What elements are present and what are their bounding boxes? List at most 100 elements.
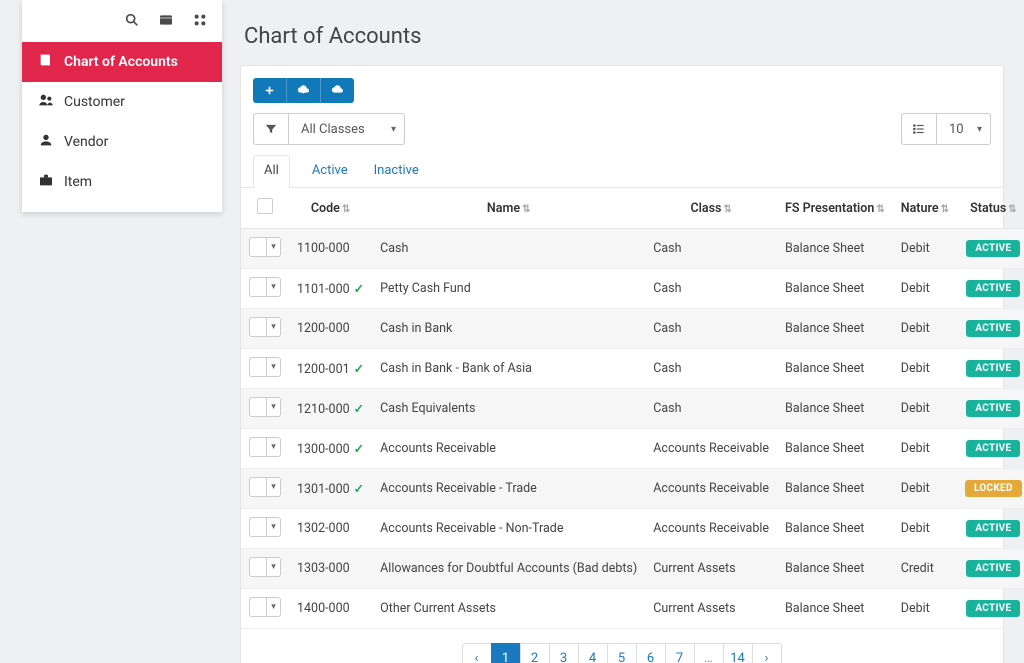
sidebar-item-label: Customer bbox=[64, 94, 125, 110]
cell-class: Current Assets bbox=[653, 561, 735, 576]
tab-inactive[interactable]: Inactive bbox=[370, 155, 423, 188]
status-badge: ACTIVE bbox=[966, 520, 1020, 537]
page-4[interactable]: 4 bbox=[578, 643, 608, 663]
page-1[interactable]: 1 bbox=[491, 643, 521, 663]
action-button-group bbox=[253, 78, 354, 103]
row-select[interactable]: ▾ bbox=[249, 357, 281, 377]
search-icon[interactable] bbox=[124, 12, 140, 32]
cell-code: 1400-000 bbox=[297, 601, 350, 616]
cell-name: Allowances for Doubtful Accounts (Bad de… bbox=[380, 561, 637, 576]
inbox-icon[interactable] bbox=[158, 12, 174, 32]
cell-name: Other Current Assets bbox=[380, 601, 496, 616]
sidebar-item-item[interactable]: Item bbox=[22, 162, 222, 202]
cell-nature: Debit bbox=[901, 241, 930, 256]
status-badge: ACTIVE bbox=[966, 400, 1020, 417]
status-badge: ACTIVE bbox=[966, 240, 1020, 257]
accounts-card: All Classes 10 AllActiveInactive Code⇅ N… bbox=[240, 65, 1004, 663]
row-select[interactable]: ▾ bbox=[249, 437, 281, 457]
page-size-select[interactable]: 10 bbox=[937, 113, 991, 145]
sidebar-item-vendor[interactable]: Vendor bbox=[22, 122, 222, 162]
tab-active[interactable]: Active bbox=[308, 155, 352, 188]
sidebar-item-label: Vendor bbox=[64, 134, 108, 150]
cell-fs: Balance Sheet bbox=[785, 401, 864, 416]
sidebar-item-chart-of-accounts[interactable]: Chart of Accounts bbox=[22, 42, 222, 82]
cell-nature: Debit bbox=[901, 521, 930, 536]
main-content: Chart of Accounts bbox=[222, 0, 1024, 663]
col-fs-header[interactable]: FS Presentation bbox=[785, 201, 874, 216]
row-select[interactable]: ▾ bbox=[249, 277, 281, 297]
cell-class: Cash bbox=[653, 361, 681, 376]
cell-name: Cash Equivalents bbox=[380, 401, 475, 416]
cell-class: Accounts Receivable bbox=[653, 441, 769, 456]
cell-nature: Debit bbox=[901, 361, 930, 376]
page-3[interactable]: 3 bbox=[549, 643, 579, 663]
cell-class: Cash bbox=[653, 281, 681, 296]
cell-code: 1200-000 bbox=[297, 321, 350, 336]
table-row: ▾1200-000Cash in BankCashBalance SheetDe… bbox=[241, 309, 1024, 349]
check-icon: ✓ bbox=[354, 442, 364, 457]
table-row: ▾1302-000Accounts Receivable - Non-Trade… bbox=[241, 509, 1024, 549]
cell-name: Accounts Receivable - Non-Trade bbox=[380, 521, 563, 536]
cell-name: Cash in Bank - Bank of Asia bbox=[380, 361, 532, 376]
list-view-button[interactable] bbox=[901, 113, 937, 145]
col-nature-header[interactable]: Nature bbox=[901, 201, 939, 216]
cell-name: Cash bbox=[380, 241, 408, 256]
row-select[interactable]: ▾ bbox=[249, 597, 281, 617]
cell-class: Accounts Receivable bbox=[653, 521, 769, 536]
cell-code: 1303-000 bbox=[297, 561, 350, 576]
page-7[interactable]: 7 bbox=[665, 643, 695, 663]
table-row: ▾1301-000✓Accounts Receivable - TradeAcc… bbox=[241, 469, 1024, 509]
select-all-checkbox[interactable] bbox=[257, 198, 273, 214]
page-14[interactable]: 14 bbox=[723, 643, 753, 663]
status-badge: ACTIVE bbox=[966, 560, 1020, 577]
cell-fs: Balance Sheet bbox=[785, 481, 864, 496]
row-select[interactable]: ▾ bbox=[249, 237, 281, 257]
page-5[interactable]: 5 bbox=[607, 643, 637, 663]
cell-class: Accounts Receivable bbox=[653, 481, 769, 496]
sidebar-item-customer[interactable]: Customer bbox=[22, 82, 222, 122]
page-prev[interactable]: ‹ bbox=[462, 643, 492, 663]
status-badge: LOCKED bbox=[965, 480, 1022, 497]
status-badge: ACTIVE bbox=[966, 440, 1020, 457]
row-select[interactable]: ▾ bbox=[249, 557, 281, 577]
cell-fs: Balance Sheet bbox=[785, 241, 864, 256]
page-2[interactable]: 2 bbox=[520, 643, 550, 663]
cell-nature: Credit bbox=[901, 561, 934, 576]
sidebar: Chart of Accounts Customer Vendor Item bbox=[22, 0, 222, 212]
table-row: ▾ 1400-000 Other Current Assets Current Ass… bbox=[241, 589, 1024, 629]
page-next[interactable]: › bbox=[752, 643, 782, 663]
cell-class: Cash bbox=[653, 241, 681, 256]
add-button[interactable] bbox=[253, 78, 286, 103]
row-select[interactable]: ▾ bbox=[249, 517, 281, 537]
col-status-header[interactable]: Status bbox=[970, 201, 1006, 216]
table-row: ▾1300-000✓Accounts ReceivableAccounts Re… bbox=[241, 429, 1024, 469]
cell-name: Petty Cash Fund bbox=[380, 281, 471, 296]
col-code-header[interactable]: Code bbox=[311, 201, 340, 216]
page-6[interactable]: 6 bbox=[636, 643, 666, 663]
cell-class: Current Assets bbox=[653, 601, 735, 616]
users-icon bbox=[38, 92, 54, 112]
class-filter-select[interactable]: All Classes bbox=[289, 113, 405, 145]
status-badge: ACTIVE bbox=[966, 320, 1020, 337]
upload-button[interactable] bbox=[320, 78, 354, 103]
cell-nature: Debit bbox=[901, 281, 930, 296]
tab-all[interactable]: All bbox=[253, 155, 290, 188]
col-name-header[interactable]: Name bbox=[487, 201, 520, 216]
table-row: ▾ 1303-000 Allowances for Doubtful Account… bbox=[241, 549, 1024, 589]
col-class-header[interactable]: Class bbox=[690, 201, 721, 216]
filter-button[interactable] bbox=[253, 113, 289, 145]
status-badge: ACTIVE bbox=[966, 600, 1020, 617]
cell-fs: Balance Sheet bbox=[785, 601, 864, 616]
cell-code: 1101-000 bbox=[297, 282, 350, 297]
cell-code: 1301-000 bbox=[297, 482, 350, 497]
status-badge: ACTIVE bbox=[966, 360, 1020, 377]
page-title: Chart of Accounts bbox=[244, 24, 1004, 49]
download-button[interactable] bbox=[286, 78, 320, 103]
settings-icon[interactable] bbox=[192, 12, 208, 32]
row-select[interactable]: ▾ bbox=[249, 317, 281, 337]
check-icon: ✓ bbox=[354, 362, 364, 377]
cell-nature: Debit bbox=[901, 321, 930, 336]
row-select[interactable]: ▾ bbox=[249, 477, 281, 497]
check-icon: ✓ bbox=[354, 282, 364, 297]
row-select[interactable]: ▾ bbox=[249, 397, 281, 417]
